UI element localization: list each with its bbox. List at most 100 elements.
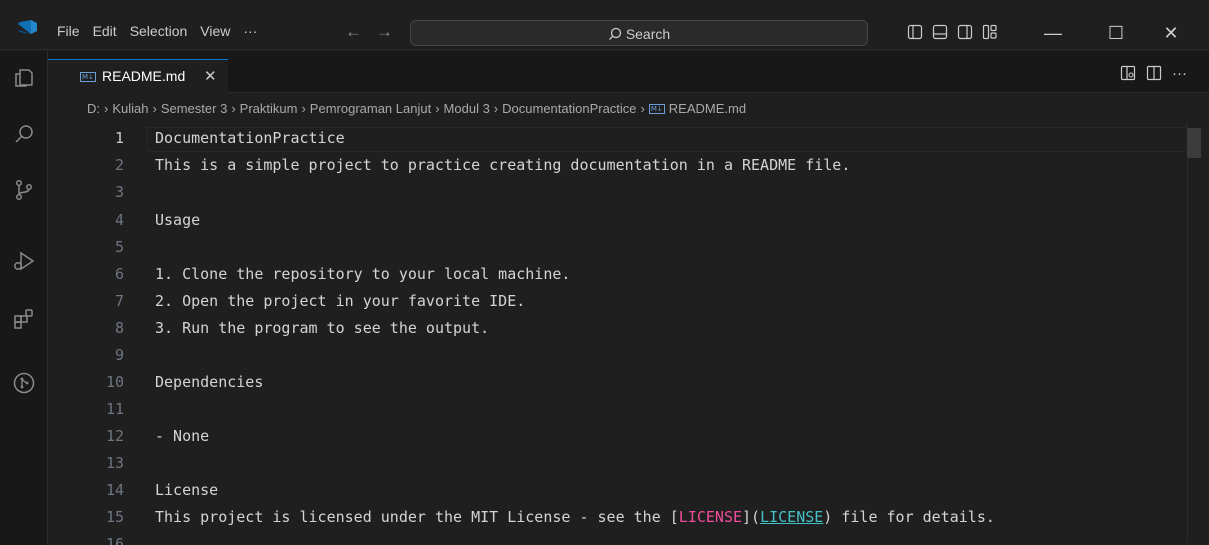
breadcrumb-item[interactable]: Praktikum xyxy=(240,101,298,116)
toggle-panel-icon[interactable] xyxy=(932,24,948,40)
markdown-link-text: LICENSE xyxy=(678,508,743,526)
editor-line: 3 xyxy=(48,179,1209,206)
line-number: 3 xyxy=(114,183,124,201)
chevron-right-icon: › xyxy=(493,101,499,116)
open-preview-icon[interactable] xyxy=(1120,65,1136,81)
editor-line: 8 3. Run the program to see the output. xyxy=(48,315,1209,342)
markdown-file-icon: M↓ xyxy=(648,104,665,114)
git-graph-icon[interactable] xyxy=(12,371,36,395)
toggle-secondary-sidebar-icon[interactable] xyxy=(957,24,973,40)
close-window-button[interactable]: ✕ xyxy=(1148,18,1194,48)
editor-line: 2 This is a simple project to practice cr… xyxy=(48,152,1209,179)
line-text[interactable]: DocumentationPractice xyxy=(155,125,345,152)
close-tab-icon[interactable]: ✕ xyxy=(204,67,217,85)
editor-line: 6 1. Clone the repository to your local m… xyxy=(48,261,1209,288)
editor-line: 15 This project is licensed under the MIT… xyxy=(48,504,1209,531)
menu-selection[interactable]: Selection xyxy=(130,23,188,39)
editor-line: 16 xyxy=(48,531,1209,545)
chevron-right-icon: › xyxy=(435,101,440,116)
editor-line: 12 - None xyxy=(48,423,1209,450)
search-icon xyxy=(608,27,621,40)
menu-edit[interactable]: Edit xyxy=(93,23,117,39)
menu-view[interactable]: View xyxy=(200,23,230,39)
markdown-file-icon: M↓ xyxy=(80,72,96,82)
vertical-scrollbar[interactable] xyxy=(1187,122,1201,542)
line-text[interactable]: License xyxy=(155,477,218,504)
line-number: 10 xyxy=(105,373,124,391)
line-number: 4 xyxy=(114,211,124,229)
breadcrumb-item[interactable]: Semester 3 xyxy=(161,101,227,116)
layout-controls xyxy=(907,24,998,40)
menu-bar: File Edit Selection View ··· xyxy=(57,23,270,39)
breadcrumb-item[interactable]: Modul 3 xyxy=(444,101,490,116)
line-number: 1 xyxy=(114,129,124,147)
line-number: 8 xyxy=(114,319,124,337)
breadcrumb-item[interactable]: Pemrograman Lanjut xyxy=(310,101,431,116)
command-center-search[interactable]: Search xyxy=(410,20,868,46)
run-and-debug-icon[interactable] xyxy=(12,249,36,273)
vscode-logo-icon xyxy=(18,20,37,34)
source-control-icon[interactable] xyxy=(12,178,36,202)
minimize-button[interactable]: — xyxy=(1030,18,1076,48)
maximize-button[interactable]: ☐ xyxy=(1093,18,1139,48)
markdown-link-target[interactable]: LICENSE xyxy=(760,508,823,526)
line-number: 16 xyxy=(105,535,124,545)
line-text[interactable]: 1. Clone the repository to your local ma… xyxy=(155,261,570,288)
editor-line: 11 xyxy=(48,396,1209,423)
editor-line: 14 License xyxy=(48,477,1209,504)
line-number: 9 xyxy=(114,346,124,364)
breadcrumb: D: › Kuliah › Semester 3 › Praktikum › Pemrogram… xyxy=(87,101,746,116)
chevron-right-icon: › xyxy=(640,101,645,116)
menu-file[interactable]: File xyxy=(57,23,80,39)
line-number: 6 xyxy=(114,265,124,283)
line-number: 14 xyxy=(105,481,124,499)
editor-line: 7 2. Open the project in your favorite ID… xyxy=(48,288,1209,315)
forward-arrow-icon[interactable]: → xyxy=(376,22,393,42)
editor-actions: ··· xyxy=(1120,65,1187,82)
toggle-primary-sidebar-icon[interactable] xyxy=(907,24,923,40)
tab-label: README.md xyxy=(102,68,186,84)
editor-line: 5 xyxy=(48,234,1209,261)
more-actions-icon[interactable]: ··· xyxy=(1172,65,1187,82)
explorer-icon[interactable] xyxy=(12,65,36,89)
breadcrumb-item[interactable]: DocumentationPractice xyxy=(502,101,636,116)
editor-line: 1 DocumentationPractice xyxy=(48,125,1209,152)
editor[interactable]: 1 DocumentationPractice 2 This is a simple… xyxy=(48,121,1209,545)
line-text[interactable]: Usage xyxy=(155,207,200,234)
line-number: 15 xyxy=(105,508,124,526)
editor-line: 4 Usage xyxy=(48,207,1209,234)
activity-bar xyxy=(0,51,48,545)
line-number: 13 xyxy=(105,454,124,472)
extensions-icon[interactable] xyxy=(12,307,36,331)
editor-line: 9 xyxy=(48,342,1209,369)
line-text[interactable]: 3. Run the program to see the output. xyxy=(155,315,489,342)
line-text[interactable]: This is a simple project to practice cre… xyxy=(155,152,850,179)
tab-bar: M↓ README.md ✕ ··· xyxy=(48,51,1209,93)
search-label: Search xyxy=(625,26,671,42)
line-number: 11 xyxy=(105,400,124,418)
editor-line: 10 Dependencies xyxy=(48,369,1209,396)
menu-more[interactable]: ··· xyxy=(243,23,257,39)
line-text[interactable]: - None xyxy=(155,423,209,450)
line-text[interactable]: 2. Open the project in your favorite IDE… xyxy=(155,288,525,315)
breadcrumb-item[interactable]: D: xyxy=(87,101,100,116)
search-sidebar-icon[interactable] xyxy=(12,122,36,146)
chevron-right-icon: › xyxy=(231,101,236,116)
license-line-text[interactable]: This project is licensed under the MIT L… xyxy=(155,504,995,531)
chevron-right-icon: › xyxy=(301,101,306,116)
chevron-right-icon: › xyxy=(152,101,157,116)
split-editor-icon[interactable] xyxy=(1146,65,1162,81)
link-open-bracket: [ xyxy=(669,508,679,526)
line-text[interactable]: Dependencies xyxy=(155,369,263,396)
breadcrumb-item[interactable]: Kuliah xyxy=(112,101,148,116)
line-number: 12 xyxy=(105,427,124,445)
tab-readme[interactable]: M↓ README.md ✕ xyxy=(48,59,228,93)
line-number: 7 xyxy=(114,292,124,310)
back-arrow-icon[interactable]: ← xyxy=(345,22,362,42)
editor-line: 13 xyxy=(48,450,1209,477)
breadcrumb-item[interactable]: README.md xyxy=(669,101,746,116)
scrollbar-thumb[interactable] xyxy=(1187,128,1201,158)
customize-layout-icon[interactable] xyxy=(982,24,998,40)
link-close-bracket: ]( xyxy=(742,508,761,526)
license-line-suffix: ) file for details. xyxy=(823,508,995,526)
